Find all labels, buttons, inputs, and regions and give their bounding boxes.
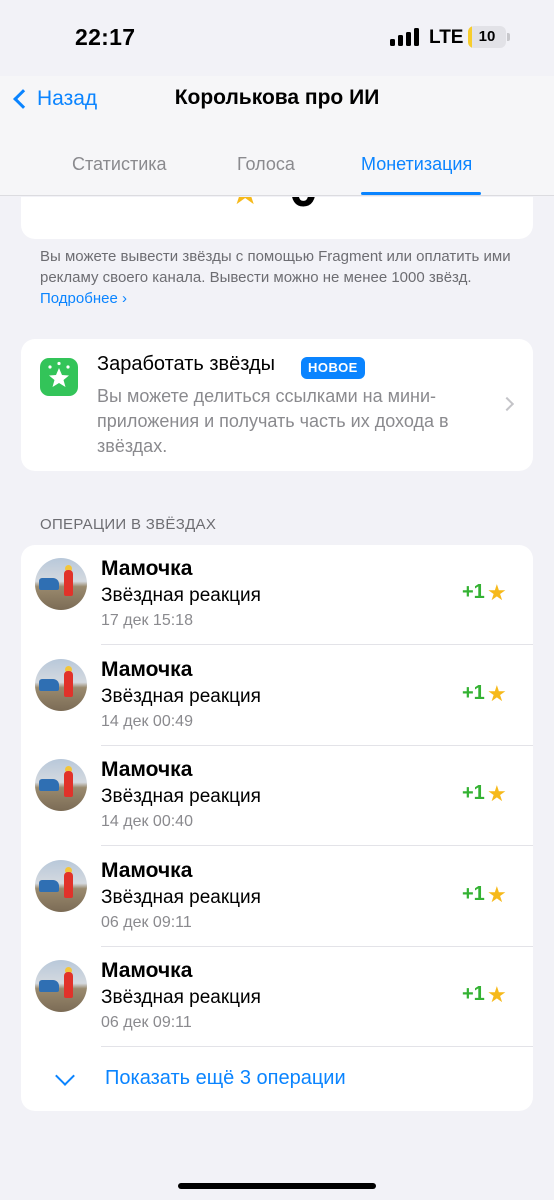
show-more-button[interactable]: Показать ещё 3 операции bbox=[21, 1047, 533, 1111]
transaction-amount: +1 bbox=[462, 782, 485, 804]
transaction-date: 06 дек 09:11 bbox=[101, 1014, 192, 1031]
avatar bbox=[35, 558, 87, 610]
tab-monetization[interactable]: Монетизация bbox=[361, 154, 472, 175]
transaction-amount: +1 bbox=[462, 882, 485, 905]
page-title: Королькова про ИИ bbox=[174, 86, 380, 109]
star-icon: ★ bbox=[487, 680, 507, 706]
tab-bar: Статистика Голоса Монетизация bbox=[0, 140, 554, 196]
transaction-row[interactable]: Мамочка Звёздная реакция 14 дек 00:49 +1 ★ bbox=[21, 646, 533, 746]
active-tab-indicator bbox=[361, 192, 481, 195]
withdraw-info-text: Вы можете вывести звёзды с помощью Fragm… bbox=[40, 248, 511, 286]
earn-stars-title: Заработать звёзды bbox=[97, 353, 276, 375]
tab-statistics[interactable]: Статистика bbox=[72, 154, 167, 175]
balance-value: 0 bbox=[289, 197, 318, 219]
home-indicator bbox=[178, 1183, 376, 1189]
chevron-down-icon bbox=[55, 1066, 75, 1086]
transaction-row[interactable]: Мамочка Звёздная реакция 06 дек 09:11 +1 ★ bbox=[21, 947, 533, 1047]
transaction-date: 17 дек 15:18 bbox=[101, 612, 193, 629]
signal-icon bbox=[390, 28, 420, 46]
avatar bbox=[35, 658, 87, 711]
new-badge: НОВОЕ bbox=[301, 357, 365, 379]
network-type: LTE bbox=[429, 27, 464, 48]
battery-level: 10 bbox=[478, 28, 496, 45]
section-header: ОПЕРАЦИИ В ЗВЁЗДАХ bbox=[40, 516, 217, 533]
star-icon: ★ bbox=[487, 881, 507, 907]
transaction-row[interactable]: Мамочка Звёздная реакция 17 дек 15:18 +1 ★ bbox=[21, 545, 533, 645]
navigation-bar: Назад Королькова про ИИ Статистика Голос… bbox=[0, 76, 554, 196]
transaction-date: 14 дек 00:40 bbox=[101, 813, 193, 830]
status-time: 22:17 bbox=[75, 24, 136, 50]
avatar bbox=[35, 960, 87, 1012]
transaction-date: 14 дек 00:49 bbox=[101, 712, 193, 730]
earn-stars-card[interactable]: Заработать звёзды НОВОЕ Вы можете делить… bbox=[21, 339, 533, 471]
transaction-amount: +1 bbox=[462, 983, 485, 1005]
transaction-type: Звёздная реакция bbox=[101, 987, 261, 1008]
status-bar: 22:17 LTE 10 bbox=[0, 0, 554, 76]
balance-card: ★ 0 bbox=[21, 197, 533, 239]
transaction-type: Звёздная реакция bbox=[101, 585, 261, 606]
transaction-name: Мамочка bbox=[101, 959, 193, 982]
transactions-list: Мамочка Звёздная реакция 17 дек 15:18 +1 ★ Ма… bbox=[21, 545, 533, 1111]
avatar bbox=[35, 759, 87, 811]
transaction-type: Звёздная реакция bbox=[101, 786, 261, 807]
star-icon: ★ bbox=[487, 580, 507, 605]
transaction-name: Мамочка bbox=[101, 557, 193, 580]
transaction-amount: +1 bbox=[462, 581, 485, 603]
transaction-type: Звёздная реакция bbox=[101, 886, 261, 908]
battery-cap bbox=[507, 33, 510, 41]
chevron-right-icon bbox=[499, 396, 515, 412]
earn-stars-icon bbox=[40, 358, 78, 396]
learn-more-link[interactable]: Подробнее › bbox=[40, 290, 127, 307]
tab-votes[interactable]: Голоса bbox=[237, 154, 295, 175]
transaction-name: Мамочка bbox=[101, 858, 193, 882]
transaction-row[interactable]: Мамочка Звёздная реакция 14 дек 00:40 +1 ★ bbox=[21, 746, 533, 846]
avatar bbox=[35, 859, 87, 912]
transaction-name: Мамочка bbox=[101, 758, 193, 781]
withdraw-info: Вы можете вывести звёзды с помощью Fragm… bbox=[40, 246, 520, 309]
star-icon: ★ bbox=[229, 197, 261, 213]
show-more-label: Показать ещё 3 операции bbox=[105, 1067, 346, 1089]
transaction-amount: +1 bbox=[462, 681, 485, 704]
transaction-row[interactable]: Мамочка Звёздная реакция 06 дек 09:11 +1 ★ bbox=[21, 847, 533, 947]
transaction-type: Звёздная реакция bbox=[101, 685, 261, 707]
star-icon: ★ bbox=[487, 982, 507, 1007]
earn-stars-description: Вы можете делиться ссылками на мини-прил… bbox=[97, 386, 449, 456]
battery-icon: 10 bbox=[468, 26, 506, 48]
star-icon: ★ bbox=[487, 781, 507, 806]
transaction-name: Мамочка bbox=[101, 657, 193, 681]
transaction-date: 06 дек 09:11 bbox=[101, 913, 192, 931]
